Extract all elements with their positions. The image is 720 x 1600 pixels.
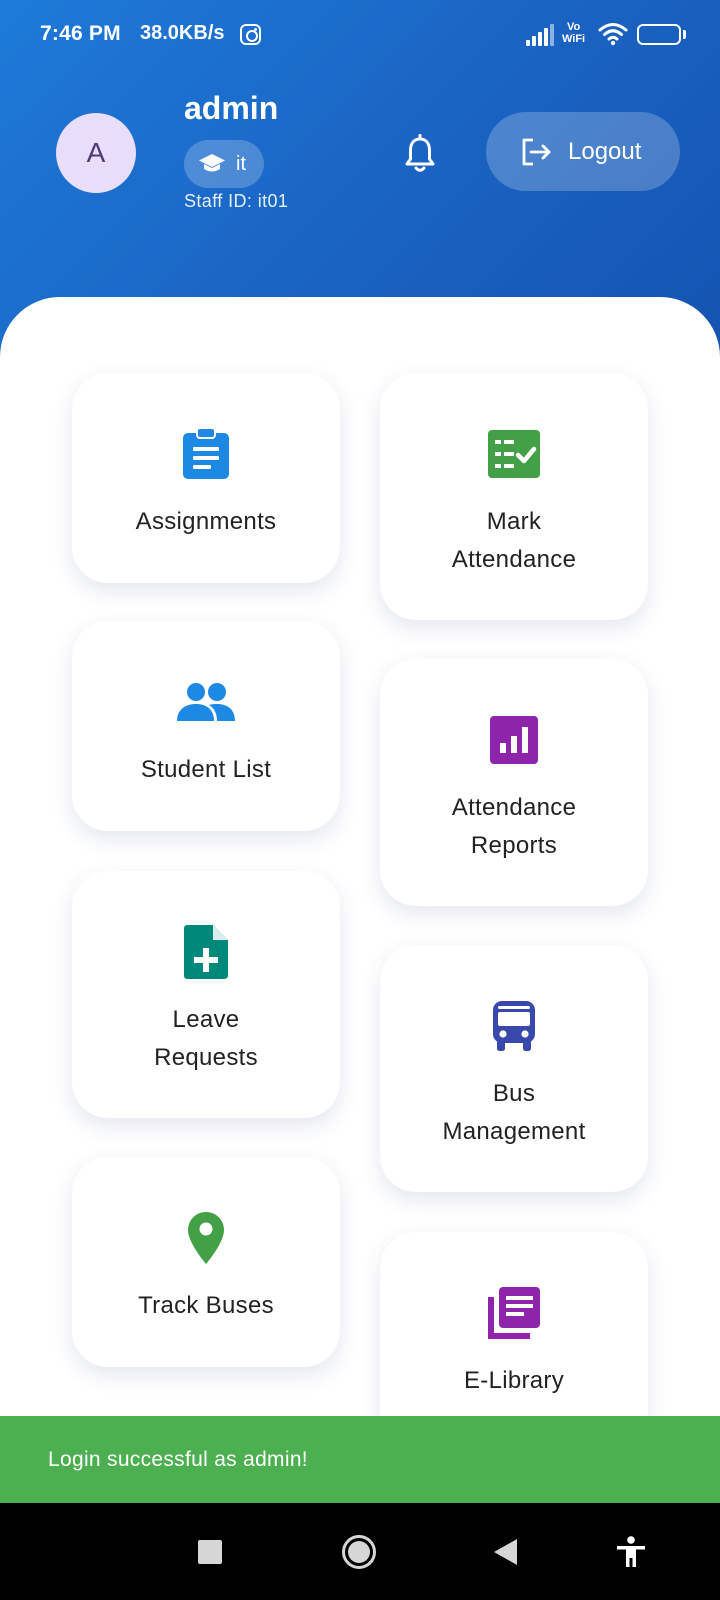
graduation-cap-icon [199,154,225,172]
snackbar-message: Login successful as admin! [48,1447,308,1471]
recents-button[interactable] [185,1527,235,1577]
system-nav-bar [0,1503,720,1600]
vowifi-bottom: WiFi [562,33,586,45]
bell-icon [405,134,435,172]
library-books-icon [487,1286,541,1340]
back-button[interactable] [480,1527,530,1577]
logout-button[interactable]: Logout [486,112,680,191]
bus-management-card[interactable]: Bus Management [380,945,648,1192]
logout-label: Logout [568,137,642,165]
user-name: admin [184,90,279,126]
home-button[interactable] [334,1527,384,1577]
card-label: Student List [140,756,272,783]
login-snackbar: Login successful as admin! [0,1416,720,1503]
vowifi-top: Vo [566,21,581,33]
network-speed: 38.0KB/s [140,22,225,44]
dashboard-grid: Assignments Mark Attendance Student List… [0,297,720,1417]
attendance-reports-card[interactable]: Attendance Reports [380,659,648,906]
checklist-icon [487,427,541,481]
card-label: Track Buses [138,1292,274,1319]
battery-level: 46 [650,26,667,42]
logout-icon [522,138,551,165]
avatar[interactable]: A [56,113,136,193]
location-pin-icon [187,1211,225,1265]
leave-requests-card[interactable]: Leave Requests [72,871,340,1118]
department-label: it [236,152,246,175]
student-list-card[interactable]: Student List [72,621,340,831]
instagram-icon [240,24,261,45]
status-bar: 7:46 PM 38.0KB/s Vo WiFi 46 [0,0,720,70]
note-add-icon [183,925,229,979]
card-label: E-Library [463,1367,565,1394]
battery-icon: 46 [637,24,681,45]
bus-icon [492,999,536,1053]
card-label: Attendance Reports [451,794,577,859]
accessibility-button[interactable] [606,1527,656,1577]
mark-attendance-card[interactable]: Mark Attendance [380,373,648,620]
assignments-card[interactable]: Assignments [72,373,340,583]
e-library-card[interactable]: E-Library [380,1232,648,1417]
status-time: 7:46 PM [40,22,121,45]
wifi-icon [598,23,628,46]
battery-tip [683,30,686,39]
square-icon [198,1540,222,1564]
circle-icon [342,1535,376,1569]
people-icon [176,675,236,729]
track-buses-card[interactable]: Track Buses [72,1157,340,1367]
avatar-letter: A [86,137,106,168]
back-triangle-icon [494,1539,517,1565]
clipboard-icon [181,427,231,481]
staff-id: Staff ID: it01 [184,191,289,211]
department-chip: it [184,140,264,188]
signal-icon [526,24,554,46]
card-label: Mark Attendance [451,508,577,573]
card-label: Leave Requests [154,1006,258,1071]
card-label: Assignments [135,508,277,535]
vowifi-icon: Vo WiFi [562,21,585,45]
notifications-button[interactable] [396,130,444,178]
card-label: Bus Management [442,1080,586,1145]
bar-chart-icon [489,713,539,767]
accessibility-icon [617,1536,645,1567]
